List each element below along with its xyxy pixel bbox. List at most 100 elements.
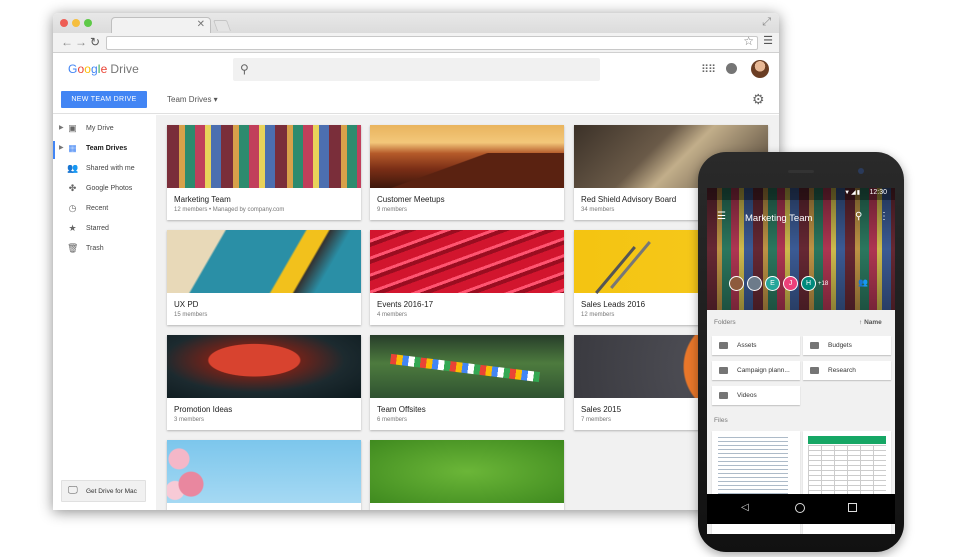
forward-arrow-icon[interactable]: →	[75, 35, 87, 49]
browser-tab[interactable]: ✕	[111, 17, 211, 33]
card-title: Team Offsites	[377, 405, 426, 414]
card-subtitle: 7 members	[581, 417, 612, 423]
minimize-window-button[interactable]	[72, 19, 80, 27]
card-cover-image	[370, 335, 564, 398]
sidebar-item-label: My Drive	[86, 125, 114, 132]
google-drive-logo[interactable]: Google Drive	[68, 62, 139, 76]
sidebar-item-shared[interactable]: 👥 Shared with me	[53, 161, 156, 179]
card-subtitle: 4 members	[377, 312, 408, 318]
card-title: UX PD	[174, 300, 199, 309]
clock-icon: ◷	[68, 203, 77, 213]
expand-arrow-icon[interactable]: ▶	[59, 144, 64, 151]
new-team-drive-button[interactable]: NEW TEAM DRIVE	[61, 91, 147, 108]
card-title: Sales 2015	[581, 405, 622, 414]
member-avatar[interactable]: E	[765, 276, 780, 291]
manage-members-icon[interactable]: 👥	[858, 278, 868, 287]
maximize-window-button[interactable]	[84, 19, 92, 27]
notifications-icon[interactable]	[726, 63, 737, 74]
browser-toolbar: ← → ↻ ☆ ☰	[53, 33, 779, 53]
sort-by-name-button[interactable]: ↑ Name	[859, 319, 882, 326]
sidebar-item-label: Google Photos	[86, 185, 133, 192]
member-avatar[interactable]	[729, 276, 744, 291]
team-drive-card[interactable]: UX PD 15 members	[167, 230, 361, 325]
member-avatar[interactable]	[747, 276, 762, 291]
back-arrow-icon[interactable]: ←	[61, 35, 73, 49]
back-nav-icon[interactable]: ◁	[741, 502, 749, 513]
team-drive-card[interactable]	[167, 440, 361, 510]
sidebar-item-label: Shared with me	[86, 165, 135, 172]
card-title: Events 2016-17	[377, 300, 434, 309]
sidebar-item-label: Starred	[86, 225, 109, 232]
sidebar-item-team-drives[interactable]: ▶ ▦ Team Drives	[53, 141, 156, 159]
search-icon: ⚲	[240, 62, 249, 76]
apps-grid-icon[interactable]: ⠿⠿	[701, 63, 716, 76]
new-tab-button[interactable]	[212, 20, 232, 31]
phone-screen: ▼◢▮ 12:30 ☰ Marketing Team ⚲ ⋮ E J H +18…	[707, 188, 895, 534]
team-drive-card[interactable]: Team Offsites 6 members	[370, 335, 564, 430]
sidebar-item-my-drive[interactable]: ▶ ▣ My Drive	[53, 121, 156, 139]
star-icon: ★	[68, 223, 77, 233]
card-subtitle: 12 members • Managed by company.com	[174, 207, 285, 213]
monitor-icon: 🖵	[68, 485, 78, 496]
folder-item[interactable]: Assets	[712, 336, 800, 355]
card-title: Customer Meetups	[377, 195, 445, 204]
close-window-button[interactable]	[60, 19, 68, 27]
search-input[interactable]: ⚲	[233, 58, 600, 81]
get-drive-for-mac-button[interactable]: 🖵 Get Drive for Mac	[61, 480, 146, 502]
sidebar-item-label: Recent	[86, 205, 109, 212]
team-drive-card[interactable]: Promotion Ideas 3 members	[167, 335, 361, 430]
member-avatar[interactable]: J	[783, 276, 798, 291]
card-subtitle: 9 members	[377, 207, 408, 213]
folder-icon	[719, 392, 728, 399]
browser-window: ✕ ⤢ ← → ↻ ☆ ☰ Google Drive ⚲ ⠿⠿ NEW TEAM …	[53, 13, 779, 510]
folder-item[interactable]: Videos	[712, 386, 800, 405]
sidebar-item-photos[interactable]: ✤ Google Photos	[53, 181, 156, 199]
member-avatar[interactable]: H	[801, 276, 816, 291]
team-drives-icon: ▦	[68, 143, 77, 153]
search-icon[interactable]: ⚲	[855, 211, 862, 222]
files-section-label: Files	[714, 417, 728, 424]
card-cover-image	[370, 125, 564, 188]
phone-device: ▼◢▮ 12:30 ☰ Marketing Team ⚲ ⋮ E J H +18…	[698, 152, 904, 552]
menu-icon[interactable]: ☰	[717, 211, 726, 222]
card-subtitle: 6 members	[377, 417, 408, 423]
team-drive-card[interactable]	[370, 440, 564, 510]
folders-section-label: Folders	[714, 319, 736, 326]
gear-icon[interactable]: ⚙	[752, 91, 765, 108]
team-drives-dropdown[interactable]: Team Drives ▾	[167, 95, 218, 104]
fullscreen-icon[interactable]: ⤢	[762, 16, 771, 29]
tab-close-icon[interactable]: ✕	[197, 19, 205, 30]
home-nav-icon[interactable]	[795, 503, 805, 513]
more-members-count[interactable]: +18	[818, 281, 828, 287]
browser-menu-icon[interactable]: ☰	[763, 34, 773, 47]
folder-item[interactable]: Campaign plann...	[712, 361, 800, 380]
address-bar[interactable]: ☆	[106, 34, 758, 50]
card-title: Promotion Ideas	[174, 405, 233, 414]
card-cover-image	[167, 335, 361, 398]
drive-subheader: NEW TEAM DRIVE Team Drives ▾ ⚙	[53, 87, 779, 114]
reload-icon[interactable]: ↻	[90, 35, 100, 49]
sidebar-item-starred[interactable]: ★ Starred	[53, 221, 156, 239]
team-drives-grid: Marketing Team 12 members • Managed by c…	[156, 115, 779, 510]
trash-icon: 🗑	[67, 243, 79, 253]
card-title: Marketing Team	[174, 195, 231, 204]
recents-nav-icon[interactable]	[848, 503, 857, 512]
bookmark-star-icon[interactable]: ☆	[743, 34, 754, 48]
team-drive-card[interactable]: Marketing Team 12 members • Managed by c…	[167, 125, 361, 220]
expand-arrow-icon[interactable]: ▶	[59, 124, 64, 131]
team-drive-card[interactable]: Customer Meetups 9 members	[370, 125, 564, 220]
sidebar-item-trash[interactable]: 🗑 Trash	[53, 241, 156, 259]
avatar[interactable]	[751, 60, 769, 78]
folder-item[interactable]: Budgets	[803, 336, 891, 355]
status-bar: ▼◢▮ 12:30	[707, 188, 895, 200]
status-time: 12:30	[869, 189, 887, 196]
folder-item[interactable]: Research	[803, 361, 891, 380]
team-drive-card[interactable]: Events 2016-17 4 members	[370, 230, 564, 325]
card-subtitle: 3 members	[174, 417, 205, 423]
sidebar-item-recent[interactable]: ◷ Recent	[53, 201, 156, 219]
sidebar-item-label: Trash	[86, 245, 104, 252]
more-vert-icon[interactable]: ⋮	[879, 211, 889, 222]
signal-battery-icon: ▼◢▮	[844, 190, 861, 196]
folder-icon	[719, 367, 728, 374]
card-title: Sales Leads 2016	[581, 300, 646, 309]
